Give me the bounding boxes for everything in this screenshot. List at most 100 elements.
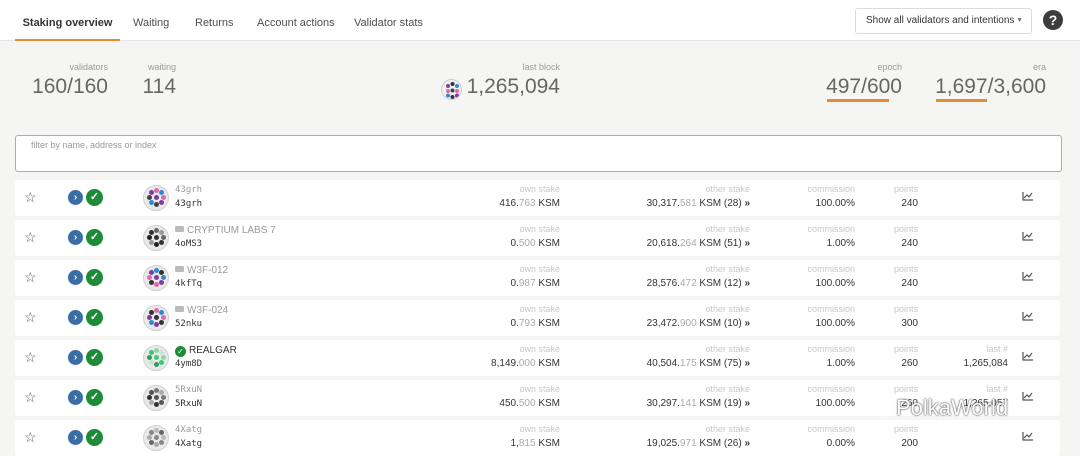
own-stake-value: 450.500 KSM (499, 398, 560, 409)
points-value: 300 (901, 318, 918, 329)
other-stake-value[interactable]: 30,317.581 KSM (28) » (605, 198, 750, 209)
other-stake-value[interactable]: 28,576.472 KSM (12) » (605, 278, 750, 289)
commission-label: commission (807, 264, 855, 274)
points-label: points (893, 264, 918, 274)
other-stake-value[interactable]: 20,618.264 KSM (51) » (605, 238, 750, 249)
own-stake-label: own stake (519, 384, 560, 394)
check-icon: ✓ (86, 189, 103, 206)
tab-waiting[interactable]: Waiting (133, 0, 169, 41)
validator-row[interactable]: ☆ › ✓ 43grh 43grh own stake 416.763 KSM … (15, 180, 1060, 216)
chevron-right-icon[interactable]: › (68, 350, 83, 365)
validators-value: 160/160 (32, 75, 108, 98)
star-icon[interactable]: ☆ (24, 350, 37, 364)
validator-row[interactable]: ☆ › ✓ W3F-024 52nku own stake 0.793 KSM … (15, 300, 1060, 336)
own-stake-value: 0.987 KSM (510, 278, 560, 289)
star-icon[interactable]: ☆ (24, 230, 37, 244)
check-icon: ✓ (86, 229, 103, 246)
last-block-value: 1,265,094 (466, 75, 560, 98)
validator-row[interactable]: ☆ › ✓ ✓ REALGAR 4ym8D own stake 8,149.000… (15, 340, 1060, 376)
chart-icon[interactable] (1022, 231, 1034, 241)
points-value: 260 (901, 358, 918, 369)
star-icon[interactable]: ☆ (24, 430, 37, 444)
own-stake-value: 0.500 KSM (510, 238, 560, 249)
other-stake-label: other stake (705, 384, 750, 394)
validator-identicon (143, 185, 169, 211)
other-stake-label: other stake (705, 184, 750, 194)
help-icon[interactable]: ? (1043, 10, 1063, 30)
expand-icon[interactable]: » (744, 358, 750, 369)
chevron-right-icon[interactable]: › (68, 390, 83, 405)
other-stake-value[interactable]: 23,472.900 KSM (10) » (605, 318, 750, 329)
expand-icon[interactable]: » (744, 198, 750, 209)
validator-address: 52nku (175, 319, 203, 329)
commission-value: 100.00% (815, 278, 855, 289)
other-stake-value[interactable]: 19,025.971 KSM (26) » (605, 438, 750, 449)
expand-icon[interactable]: » (744, 398, 750, 409)
validator-filter-dropdown[interactable]: Show all validators and intentions ▼ (855, 8, 1032, 34)
commission-value: 1.00% (826, 238, 855, 249)
chevron-right-icon[interactable]: › (68, 230, 83, 245)
tab-staking-overview[interactable]: Staking overview (15, 0, 120, 41)
expand-icon[interactable]: » (744, 318, 750, 329)
commission-value: 100.00% (815, 318, 855, 329)
chevron-right-icon[interactable]: › (68, 430, 83, 445)
other-stake-value[interactable]: 40,504.175 KSM (75) » (605, 358, 750, 369)
chart-icon[interactable] (1022, 191, 1034, 201)
own-stake-label: own stake (519, 224, 560, 234)
validator-address: 4ym8D (175, 359, 203, 369)
validator-row[interactable]: ☆ › ✓ CRYPTIUM LABS 7 4oMS3 own stake 0.… (15, 220, 1060, 256)
expand-icon[interactable]: » (744, 278, 750, 289)
block-identicon (441, 79, 462, 100)
validator-identicon (143, 305, 169, 331)
star-icon[interactable]: ☆ (24, 390, 37, 404)
expand-icon[interactable]: » (744, 438, 750, 449)
points-label: points (893, 384, 918, 394)
tab-validator-stats[interactable]: Validator stats (354, 0, 423, 41)
chart-icon[interactable] (1022, 351, 1034, 361)
own-stake-label: own stake (519, 424, 560, 434)
check-icon: ✓ (86, 349, 103, 366)
commission-label: commission (807, 224, 855, 234)
commission-label: commission (807, 184, 855, 194)
star-icon[interactable]: ☆ (24, 270, 37, 284)
points-value: 240 (901, 238, 918, 249)
chart-icon[interactable] (1022, 271, 1034, 281)
epoch-label: epoch (877, 62, 902, 72)
validator-address: 5RxuN (175, 399, 203, 409)
dropdown-selected-value: Show all validators and intentions (866, 15, 1015, 26)
chart-icon[interactable] (1022, 431, 1034, 441)
star-icon[interactable]: ☆ (24, 190, 37, 204)
check-icon: ✓ (86, 389, 103, 406)
validator-address: 4kfTq (175, 279, 203, 289)
filter-input[interactable]: filter by name, address or index (15, 135, 1062, 172)
chevron-right-icon[interactable]: › (68, 190, 83, 205)
identity-tag-icon (175, 306, 184, 312)
validator-name: 4Xatg (175, 425, 203, 435)
commission-label: commission (807, 424, 855, 434)
validator-identicon (143, 265, 169, 291)
era-progress-bar (936, 99, 987, 102)
points-label: points (893, 344, 918, 354)
own-stake-label: own stake (519, 304, 560, 314)
chevron-right-icon[interactable]: › (68, 270, 83, 285)
tab-account-actions[interactable]: Account actions (257, 0, 335, 41)
validators-label: validators (69, 62, 108, 72)
check-icon: ✓ (86, 309, 103, 326)
chart-icon[interactable] (1022, 311, 1034, 321)
last-block-label: last block (522, 62, 560, 72)
expand-icon[interactable]: » (744, 238, 750, 249)
own-stake-label: own stake (519, 184, 560, 194)
commission-label: commission (807, 344, 855, 354)
validator-name: 5RxuN (175, 385, 203, 395)
points-value: 200 (901, 438, 918, 449)
star-icon[interactable]: ☆ (24, 310, 37, 324)
tab-returns[interactable]: Returns (195, 0, 234, 41)
chevron-right-icon[interactable]: › (68, 310, 83, 325)
validator-row[interactable]: ☆ › ✓ W3F-012 4kfTq own stake 0.987 KSM … (15, 260, 1060, 296)
validator-address: 43grh (175, 199, 203, 209)
era-label: era (1032, 62, 1046, 72)
points-value: 240 (901, 278, 918, 289)
commission-value: 100.00% (815, 198, 855, 209)
other-stake-label: other stake (705, 224, 750, 234)
other-stake-value[interactable]: 30,297.141 KSM (19) » (605, 398, 750, 409)
